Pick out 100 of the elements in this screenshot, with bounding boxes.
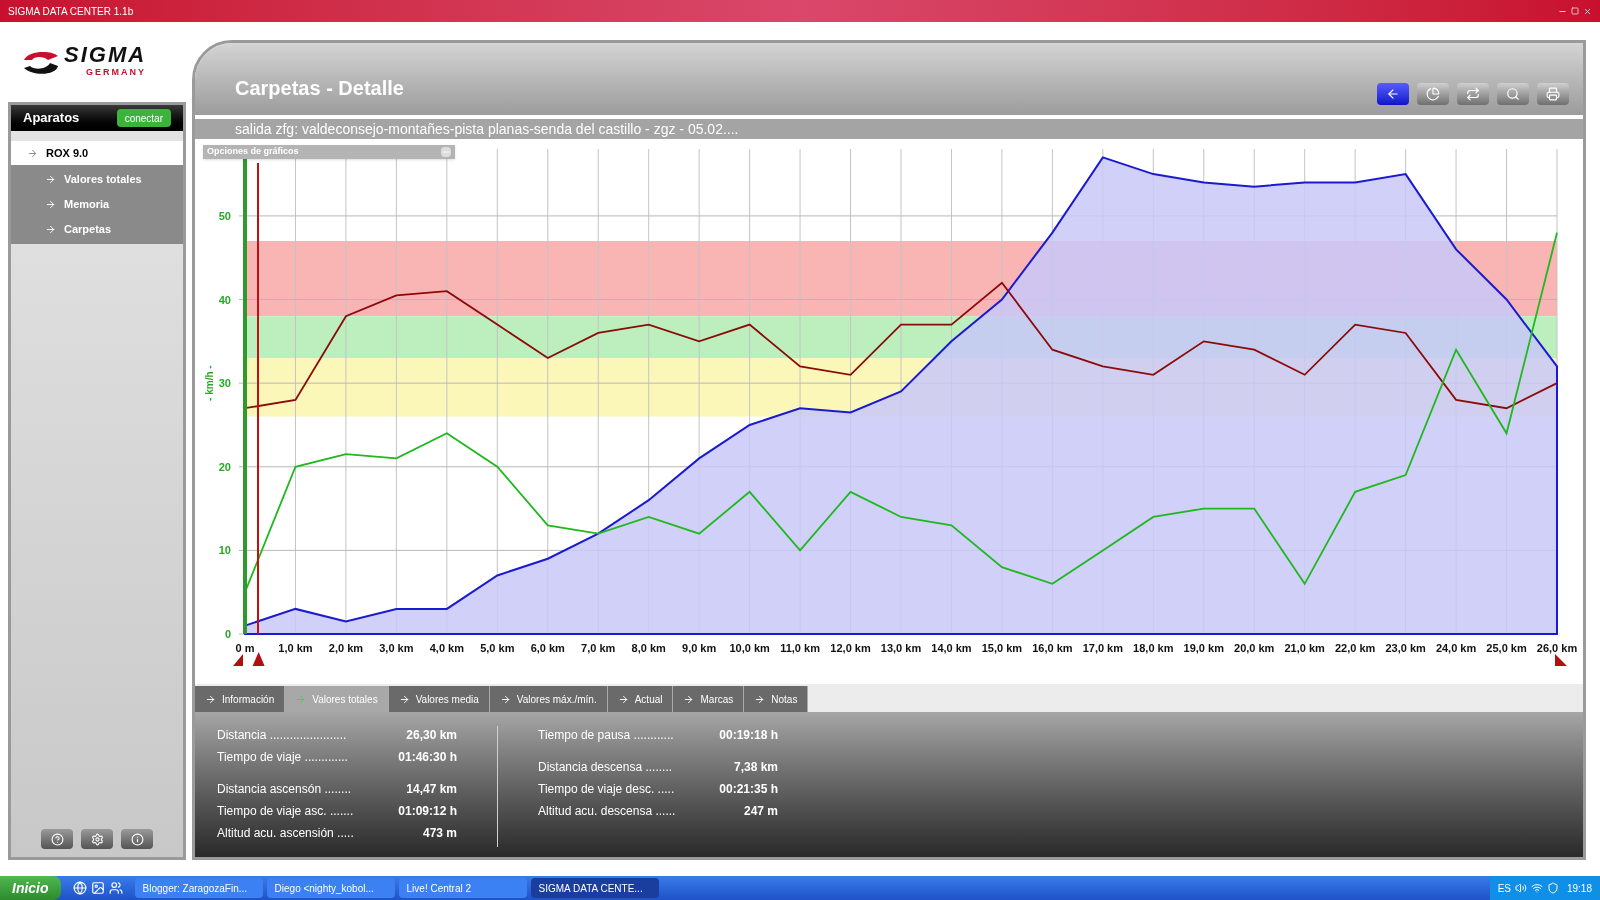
axis-label: 50 (218, 209, 231, 222)
search-button[interactable] (1497, 83, 1529, 105)
tab[interactable]: Valores máx./mín. (489, 686, 608, 712)
tab[interactable]: Información (195, 686, 286, 712)
settings-button[interactable] (81, 829, 113, 849)
tab[interactable]: Actual (607, 686, 674, 712)
stat-label: Tiempo de pausa ............ (538, 727, 675, 744)
stat-value: 00:19:18 h (718, 727, 778, 744)
sidebar-item[interactable]: ROX 9.0 (11, 141, 183, 165)
axis-label: 24,0 km (1435, 642, 1477, 654)
tab[interactable]: Notas (744, 686, 809, 712)
marker-icon[interactable] (252, 652, 265, 666)
taskbar-button[interactable]: SIGMA DATA CENTE... (530, 878, 659, 898)
axis-label: 4,0 km (429, 642, 464, 654)
tab[interactable]: Marcas (673, 686, 745, 712)
axis-label: 15,0 km (981, 642, 1023, 654)
axis-label: 19,0 km (1183, 642, 1224, 654)
marker-icon[interactable] (1555, 654, 1567, 666)
stat-label: Distancia ascensón ........ (217, 781, 353, 798)
axis-label: 10,0 km (729, 642, 770, 654)
sidebar-item[interactable]: Valores totales (11, 167, 183, 192)
browser-icon[interactable] (72, 881, 87, 895)
ride-subtitle: salida zfg: valdeconsejo-montañes-pista planas-senda del castillo - zgz - 05.02.... (235, 119, 739, 139)
stat-label: Distancia descensa ........ (538, 759, 674, 776)
axis-label: 25,0 km (1486, 642, 1527, 654)
window-title: SIGMA DATA CENTER 1.1b (8, 4, 135, 19)
gear-icon (90, 832, 104, 846)
axis-label: 23,0 km (1385, 642, 1426, 654)
axis-label: 7,0 km (581, 642, 616, 654)
axis-label: 21,0 km (1284, 642, 1325, 654)
arrow-icon (398, 693, 410, 705)
help-icon (50, 832, 64, 846)
taskbar-button[interactable]: Diego <nighty_kobol... (266, 878, 395, 898)
sidebar-item-label: Valores totales (64, 172, 142, 188)
arrow-icon (27, 147, 38, 159)
users-icon[interactable] (108, 881, 123, 895)
axis-label: 22,0 km (1334, 642, 1376, 654)
sidebar-item-label: Memoria (64, 197, 110, 213)
sidebar-item[interactable]: Memoria (11, 192, 183, 217)
stat-value: 473 m (421, 825, 457, 842)
unit-toggle-button[interactable] (1457, 83, 1489, 105)
swap-icon (1466, 87, 1480, 101)
arrow-icon (295, 693, 307, 705)
maximize-icon[interactable] (1571, 7, 1579, 15)
axis-label: 40 (218, 293, 231, 306)
chart-options-bar[interactable]: Opciones de gráficos (203, 145, 455, 159)
network-icon[interactable] (1530, 882, 1543, 894)
print-button[interactable] (1537, 83, 1569, 105)
volume-icon[interactable] (1514, 882, 1527, 894)
back-button[interactable] (1377, 83, 1409, 105)
stat-label: Tiempo de viaje desc. ..... (538, 781, 676, 798)
marker-icon[interactable] (233, 654, 243, 666)
stat-value: 14,47 km (405, 781, 457, 798)
arrow-icon (205, 693, 216, 705)
axis-label: 14,0 km (931, 642, 972, 654)
close-icon[interactable] (1583, 6, 1592, 16)
search-icon (1506, 87, 1520, 101)
taskbar-button[interactable]: Blogger: ZaragozaFin... (134, 878, 263, 898)
axis-label: 0 m (235, 642, 255, 654)
axis-label: 26,0 km (1536, 642, 1578, 654)
axis-label: 8,0 km (631, 642, 666, 654)
pie-chart-icon (1426, 87, 1440, 101)
info-button[interactable] (121, 829, 153, 849)
chart-button[interactable] (1417, 83, 1449, 105)
arrow-icon (683, 693, 695, 705)
axis-label: 10 (218, 544, 231, 557)
stat-label: Altitud acu. ascensión ..... (217, 825, 355, 842)
tab[interactable]: Valores totales (285, 686, 389, 712)
language-indicator[interactable]: ES (1497, 880, 1511, 896)
chart-options-title: Opciones de gráficos (207, 145, 300, 159)
connect-button[interactable]: conectar (116, 109, 171, 127)
sidebar-item-label: ROX 9.0 (46, 145, 89, 161)
logo-wordmark: SIGMA (64, 44, 147, 67)
axis-label: 18,0 km (1133, 642, 1174, 654)
axis-label: 30 (218, 377, 231, 390)
sidebar-item[interactable]: Carpetas (11, 217, 183, 242)
info-icon (130, 832, 144, 846)
stat-value: 26,30 km (405, 727, 457, 744)
stat-value: 00:21:35 h (718, 781, 778, 798)
arrow-icon (617, 693, 629, 705)
image-icon[interactable] (90, 881, 105, 895)
axis-label: 6,0 km (530, 642, 565, 654)
shield-icon[interactable] (1546, 882, 1559, 894)
axis-title: - km/h - (204, 365, 215, 401)
logo-tagline: GERMANY (86, 66, 147, 80)
axis-label: 2,0 km (328, 642, 364, 654)
stat-label: Altitud acu. descensa ...... (538, 803, 677, 820)
taskbar-button[interactable]: Live! Central 2 (398, 878, 527, 898)
axis-label: 16,0 km (1032, 642, 1073, 654)
axis-label: 13,0 km (880, 642, 922, 654)
axis-label: 9,0 km (682, 642, 717, 654)
axis-label: 5,0 km (480, 642, 515, 654)
axis-label: 20 (218, 460, 231, 473)
axis-label: 12,0 km (830, 642, 871, 654)
start-button[interactable]: Inicio (0, 876, 61, 900)
clock: 19:18 (1566, 881, 1592, 896)
tab[interactable]: Valores media (388, 686, 490, 712)
stat-label: Tiempo de viaje asc. ....... (217, 803, 355, 820)
help-button[interactable] (41, 829, 73, 849)
sidebar-title: Aparatos (23, 109, 81, 128)
